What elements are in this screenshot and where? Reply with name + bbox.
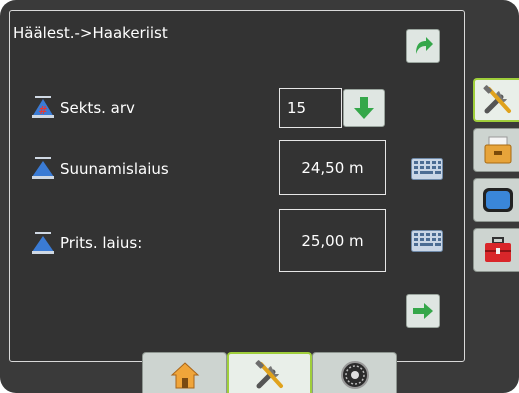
next-button[interactable]: [406, 294, 440, 328]
spray-width-label: Prits. laius:: [60, 234, 143, 252]
side-tab-toolbox[interactable]: [473, 228, 519, 272]
tools-icon: [483, 85, 511, 114]
console-icon: [482, 188, 513, 212]
page-title: Häälest.->Haakeriist: [13, 24, 168, 42]
sections-triangle-icon: #: [32, 96, 54, 118]
sections-field[interactable]: 15: [279, 88, 342, 128]
side-tab-storage[interactable]: [473, 128, 519, 172]
svg-text:#: #: [38, 104, 47, 117]
guidance-width-triangle-icon: [32, 157, 54, 179]
speedometer-icon: [340, 360, 369, 389]
spray-width-field[interactable]: 25,00 m: [279, 209, 386, 272]
sections-label: Sekts. arv: [60, 99, 135, 117]
back-button[interactable]: [406, 29, 440, 63]
spray-width-triangle-icon: [32, 232, 54, 254]
down-arrow-icon: [354, 97, 374, 119]
side-tab-tools[interactable]: [473, 78, 519, 122]
settings-panel: [9, 10, 465, 362]
storage-box-icon: [484, 136, 511, 164]
screen: Häälest.->Haakeriist # Sekts. arv 15 Suu…: [0, 0, 519, 393]
right-arrow-icon: [413, 303, 433, 319]
tools-icon: [254, 360, 283, 389]
bottom-tab-tools[interactable]: [227, 352, 312, 393]
keyboard-icon[interactable]: [411, 230, 443, 252]
home-icon: [170, 361, 199, 388]
guidance-width-label: Suunamislaius: [60, 160, 169, 178]
guidance-width-field[interactable]: 24,50 m: [279, 140, 386, 195]
side-tab-console[interactable]: [473, 178, 519, 222]
keyboard-icon[interactable]: [411, 158, 443, 180]
bottom-tab-home[interactable]: [142, 352, 227, 393]
spray-width-value: 25,00 m: [301, 231, 364, 250]
bottom-tab-speedometer[interactable]: [312, 352, 397, 393]
sections-value: 15: [287, 99, 307, 117]
sections-dropdown-button[interactable]: [343, 89, 385, 127]
toolbox-icon: [484, 237, 511, 262]
return-arrow-icon: [416, 37, 433, 54]
guidance-width-value: 24,50 m: [301, 158, 364, 177]
